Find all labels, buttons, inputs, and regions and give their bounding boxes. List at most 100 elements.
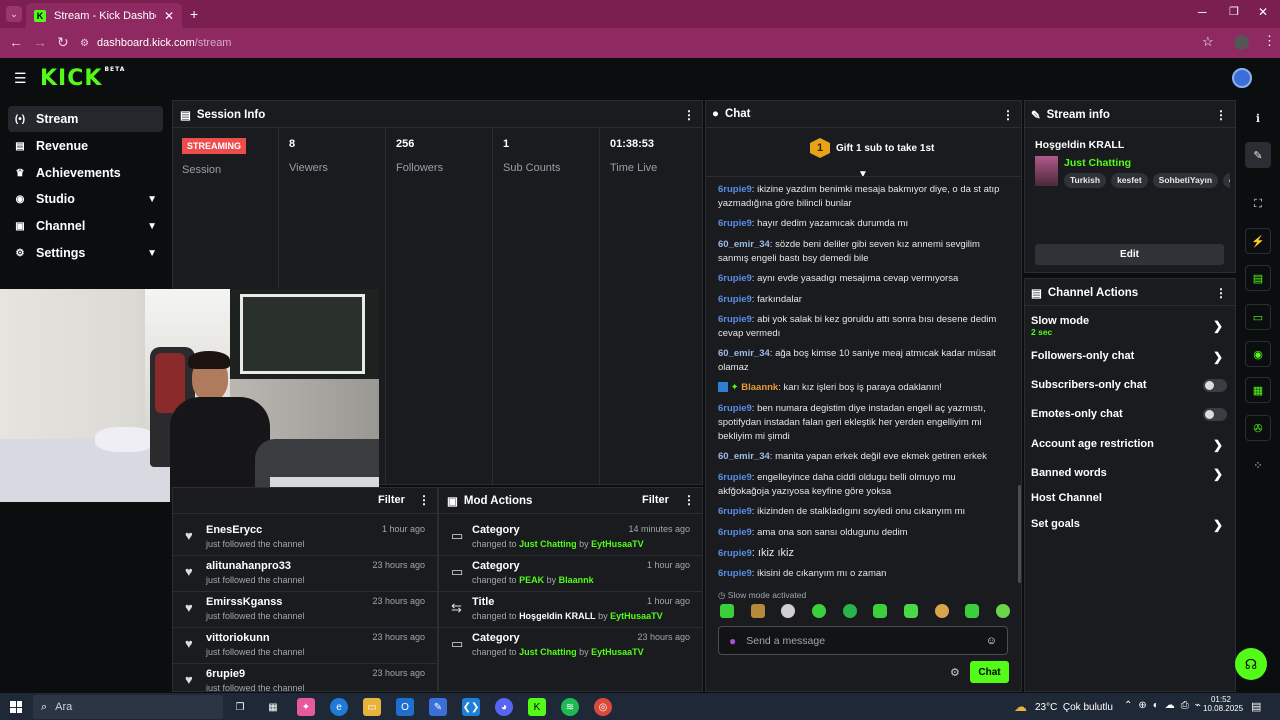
layout-icon[interactable]: ▦: [1245, 377, 1271, 403]
restore-window-icon[interactable]: ❐: [1229, 5, 1239, 18]
channel-actions-menu-icon[interactable]: ⋮: [1215, 286, 1227, 300]
chat-username[interactable]: 6rupie9: [718, 548, 752, 559]
emote-icon[interactable]: [811, 604, 826, 618]
bookmark-star-icon[interactable]: ☆: [1202, 34, 1214, 50]
category-thumbnail[interactable]: [1035, 156, 1058, 186]
emotes-only-toggle[interactable]: [1203, 408, 1227, 421]
chat-username[interactable]: Blaannk: [741, 382, 778, 393]
chat-username[interactable]: 6rupie9: [718, 568, 752, 579]
broadcast-icon[interactable]: ◉: [1245, 341, 1271, 367]
chat-username[interactable]: 6rupie9: [718, 184, 752, 195]
followers-menu-icon[interactable]: ⋮: [418, 493, 430, 507]
chat-username[interactable]: 6rupie9: [718, 506, 752, 517]
webcam-overlay[interactable]: [0, 289, 379, 502]
vscode-icon[interactable]: ❮❯: [462, 698, 480, 716]
file-explorer-icon[interactable]: ▭: [363, 698, 381, 716]
tag-pill[interactable]: kesfet: [1111, 173, 1148, 188]
chat-username[interactable]: 60_emir_34: [718, 239, 770, 250]
mod-filter-button[interactable]: Filter: [642, 494, 669, 506]
info-icon[interactable]: ℹ: [1245, 105, 1271, 131]
expand-icon[interactable]: ⛶: [1245, 191, 1271, 217]
mod-action-user[interactable]: Blaannk: [559, 575, 594, 585]
emote-icon[interactable]: [903, 604, 918, 618]
sidebar-item-revenue[interactable]: ▤ Revenue: [8, 133, 163, 159]
forward-icon[interactable]: →: [33, 34, 47, 50]
url-field[interactable]: ⚙ dashboard.kick.com/stream: [80, 33, 1230, 53]
mic-icon[interactable]: ●: [729, 634, 736, 648]
tag-pill[interactable]: Turkish: [1064, 173, 1107, 188]
spotify-icon[interactable]: ≋: [561, 698, 579, 716]
minimize-window-icon[interactable]: ─: [1198, 5, 1207, 19]
emote-icon[interactable]: [842, 604, 857, 618]
chat-username[interactable]: 6rupie9: [718, 294, 752, 305]
follower-name[interactable]: EnesErycc: [206, 524, 262, 536]
follower-name[interactable]: 6rupie9: [206, 668, 245, 680]
more-tools-icon[interactable]: ⁘: [1245, 452, 1271, 478]
followers-only-row[interactable]: Followers-only chat ❯: [1031, 350, 1227, 364]
document-icon[interactable]: ▤: [1245, 265, 1271, 291]
store-icon[interactable]: ▦: [264, 698, 282, 716]
chat-username[interactable]: 60_emir_34: [718, 451, 770, 462]
edit-stream-button[interactable]: Edit: [1035, 244, 1224, 265]
clock[interactable]: 01:52 10.08.2025: [1203, 695, 1243, 713]
tab-search-icon[interactable]: ⌄: [6, 6, 22, 22]
reload-icon[interactable]: ↻: [57, 34, 69, 51]
emote-icon[interactable]: [873, 604, 888, 618]
slow-mode-row[interactable]: Slow mode 2 sec ❯: [1031, 315, 1227, 337]
sidebar-item-stream[interactable]: (•) Stream: [8, 106, 163, 132]
host-channel-row[interactable]: Host Channel: [1031, 492, 1227, 504]
chat-settings-icon[interactable]: ⚙: [950, 666, 960, 679]
gift-sub-banner[interactable]: Gift 1 sub to take 1st: [836, 143, 934, 154]
site-info-icon[interactable]: ⚙: [80, 38, 89, 49]
sidebar-item-achievements[interactable]: ♛ Achievements: [8, 160, 163, 186]
emote-icon[interactable]: [995, 604, 1010, 618]
chat-username[interactable]: 6rupie9: [718, 403, 752, 414]
follower-name[interactable]: alitunahanpro33: [206, 560, 291, 572]
back-icon[interactable]: ←: [9, 34, 23, 50]
support-headset-icon[interactable]: ☊: [1235, 648, 1267, 680]
chrome-icon[interactable]: ◎: [594, 698, 612, 716]
wrench-icon[interactable]: ✇: [1245, 415, 1271, 441]
sidebar-item-channel[interactable]: ▣ Channel ▼: [8, 213, 163, 239]
emote-icon[interactable]: [720, 604, 734, 618]
session-info-menu-icon[interactable]: ⋮: [683, 108, 695, 122]
chat-input[interactable]: ● Send a message ☺: [718, 626, 1008, 655]
close-tab-icon[interactable]: ✕: [164, 9, 174, 23]
profile-avatar[interactable]: [1234, 35, 1249, 50]
chat-username[interactable]: 60_emir_34: [718, 348, 770, 359]
chat-username[interactable]: 6rupie9: [718, 472, 752, 483]
emote-icon[interactable]: [965, 604, 980, 618]
account-age-row[interactable]: Account age restriction ❯: [1031, 438, 1227, 452]
sidebar-item-settings[interactable]: ⚙ Settings ▼: [8, 240, 163, 266]
mod-action-user[interactable]: EytHusaaTV: [591, 539, 644, 549]
stream-category[interactable]: Just Chatting: [1064, 157, 1131, 169]
browser-menu-icon[interactable]: ⋮: [1263, 33, 1276, 49]
weather-text[interactable]: 23°C Çok bulutlu: [1035, 702, 1113, 713]
set-goals-row[interactable]: Set goals ❯: [1031, 518, 1227, 532]
chat-icon[interactable]: ▭: [1245, 304, 1271, 330]
follower-name[interactable]: EmirssKganss: [206, 596, 282, 608]
chat-menu-icon[interactable]: ⋮: [1002, 108, 1014, 122]
kick-app-icon[interactable]: K: [528, 698, 546, 716]
mod-actions-menu-icon[interactable]: ⋮: [683, 493, 695, 507]
outlook-icon[interactable]: O: [396, 698, 414, 716]
lightning-icon[interactable]: ⚡: [1245, 228, 1271, 254]
tag-pill[interactable]: SohbetiYayın: [1152, 173, 1219, 188]
weather-icon[interactable]: ☁: [1014, 699, 1027, 715]
task-view-icon[interactable]: ❐: [231, 698, 249, 716]
edge-icon[interactable]: e: [330, 698, 348, 716]
discord-icon[interactable]: ◕: [495, 698, 513, 716]
windows-start-icon[interactable]: [10, 701, 22, 713]
notifications-icon[interactable]: ▤: [1251, 700, 1261, 713]
emoji-picker-icon[interactable]: ☺: [986, 635, 997, 647]
banned-words-row[interactable]: Banned words ❯: [1031, 467, 1227, 481]
chat-username[interactable]: 6rupie9: [718, 527, 752, 538]
chat-username[interactable]: 6rupie9: [718, 314, 752, 325]
send-chat-button[interactable]: Chat: [970, 661, 1009, 683]
followers-filter-button[interactable]: Filter: [378, 494, 405, 506]
new-tab-button[interactable]: +: [190, 6, 198, 22]
kick-logo[interactable]: KICK BETA: [40, 66, 125, 91]
emote-icon[interactable]: [781, 604, 796, 618]
subscribers-only-toggle[interactable]: [1203, 379, 1227, 392]
mod-action-user[interactable]: EytHusaaTV: [591, 647, 644, 657]
